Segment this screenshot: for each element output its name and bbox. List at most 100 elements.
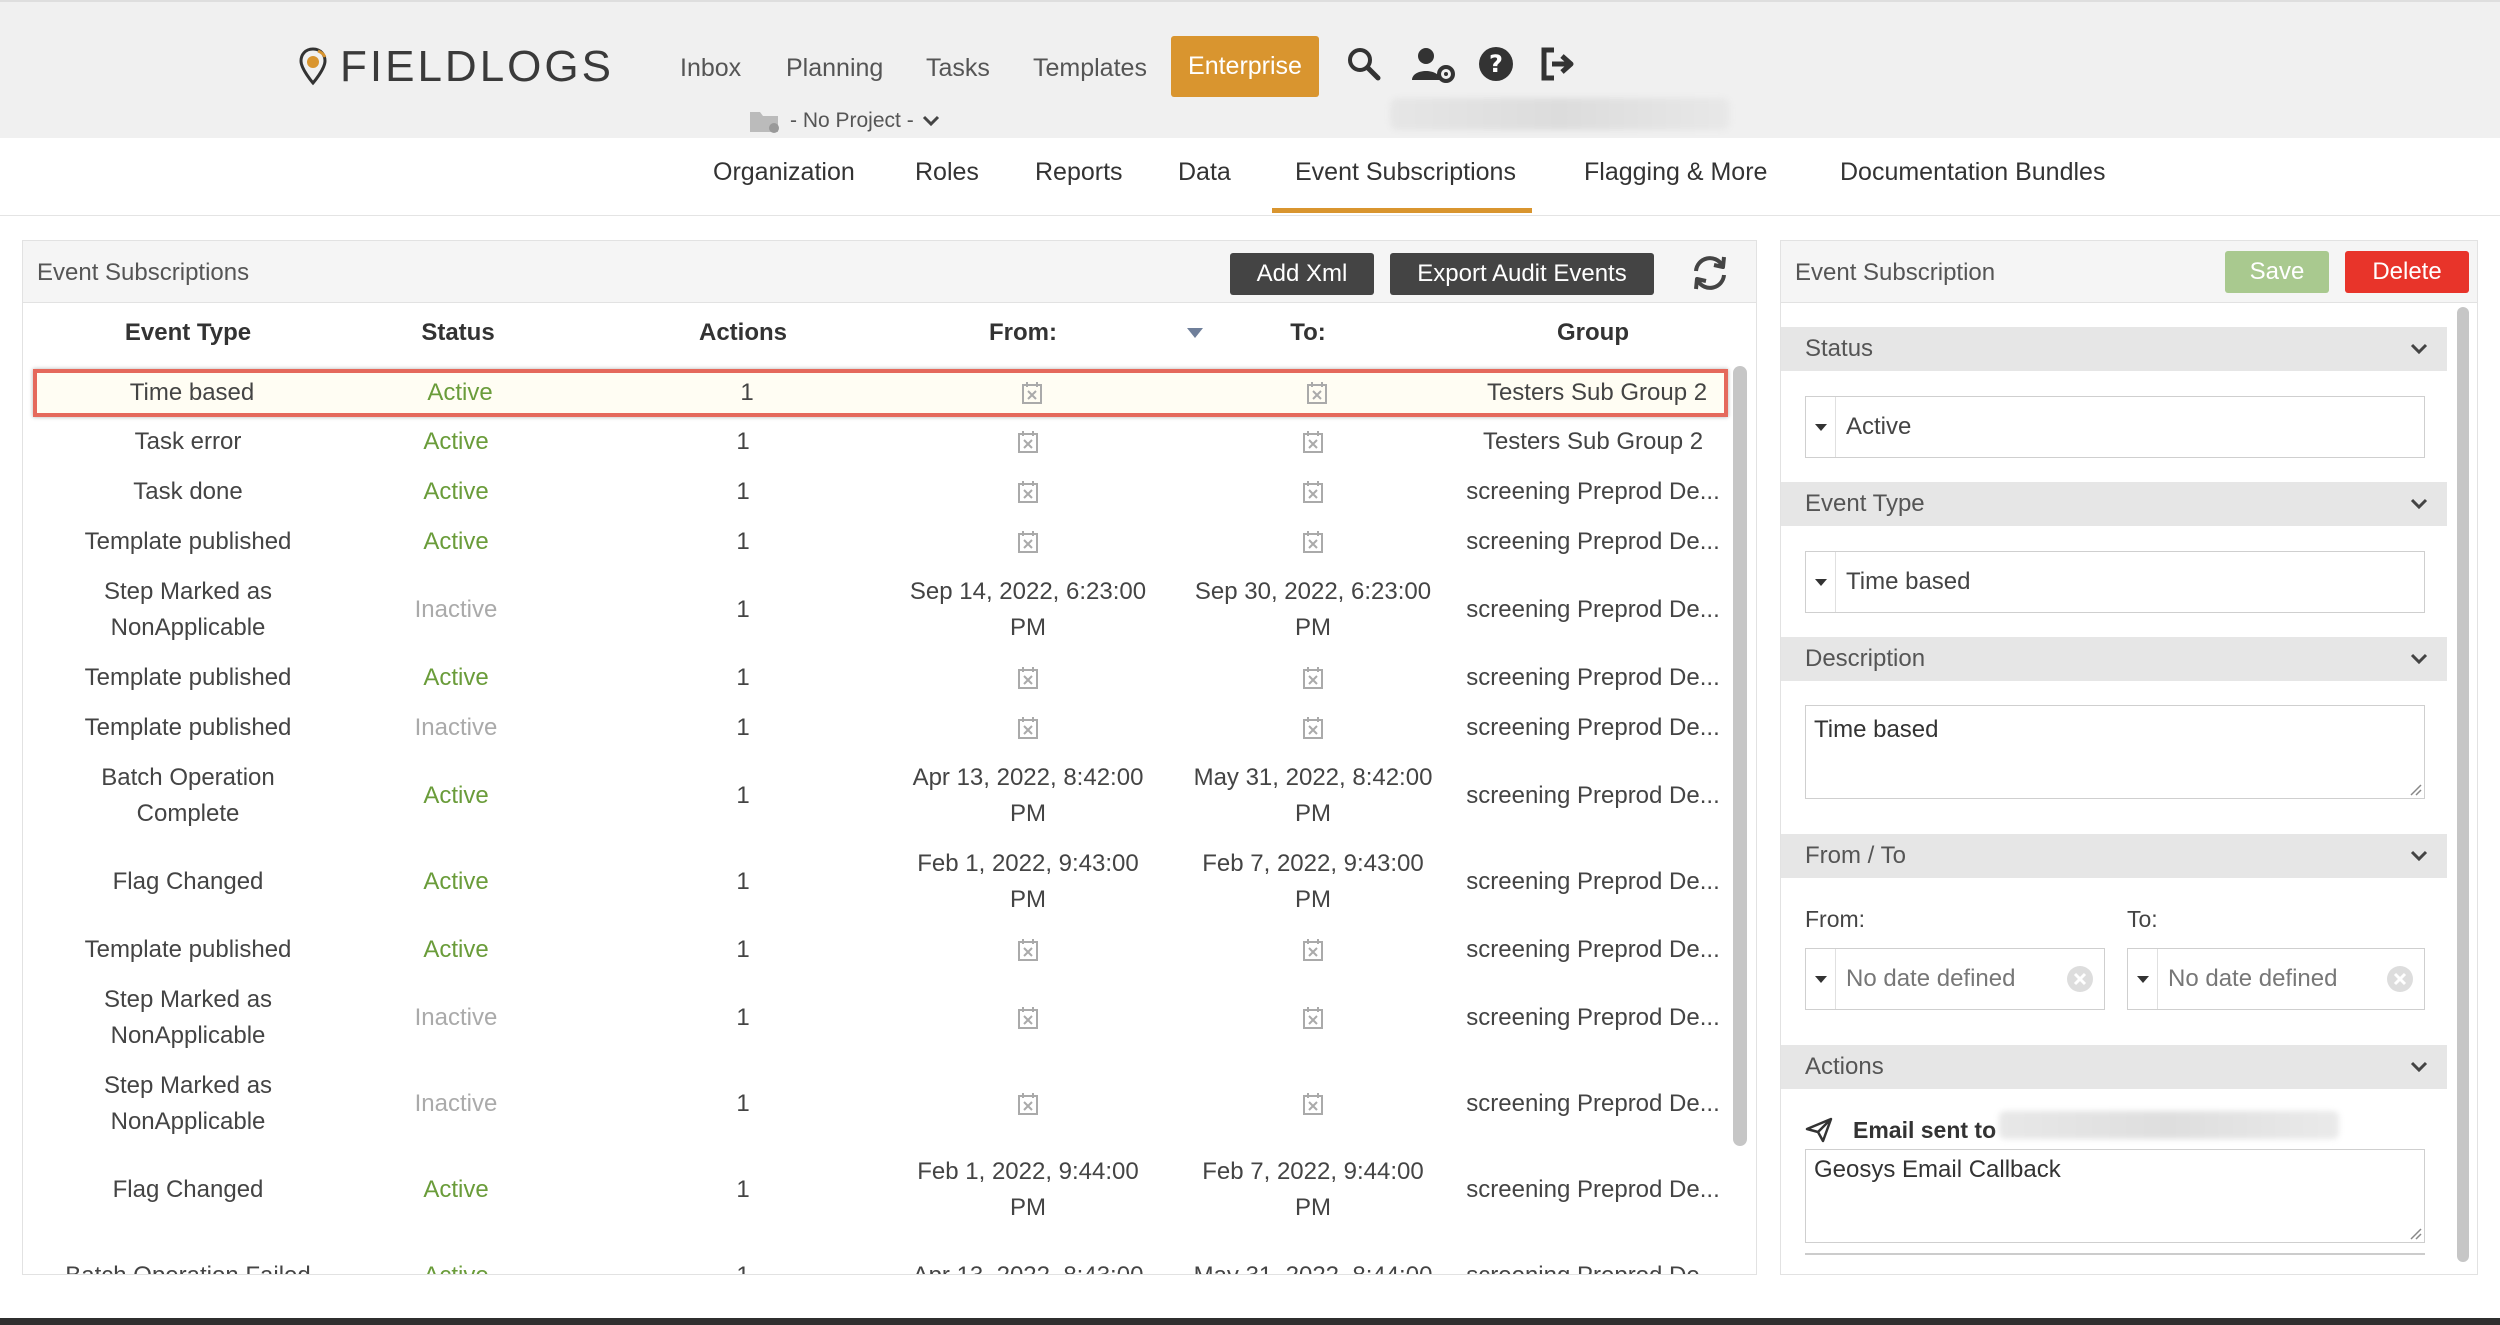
actions-section-header[interactable]: Actions <box>1781 1045 2447 1089</box>
table-row[interactable]: Task error Active 1 Testers Sub Group 2 <box>33 417 1728 467</box>
to-date-line: May 31, 2022, 8:44:00 <box>1173 1258 1453 1274</box>
table-row[interactable]: Step Marked as NonApplicable Inactive 1 Sep … <box>33 567 1728 653</box>
event-type-cell: Batch Operation Failed <box>38 1258 338 1274</box>
event-type-line: NonApplicable <box>110 1022 266 1049</box>
calendar-empty-icon <box>1303 1093 1323 1115</box>
status-section-label: Status <box>1805 335 1874 362</box>
to-date-cell: Feb 7, 2022, 9:44:00 PM <box>1173 1154 1453 1226</box>
from-date-cell: Apr 13, 2022, 8:43:00 <box>888 1258 1168 1274</box>
event-type-cell: Template published <box>38 710 338 746</box>
tab-flagging-more[interactable]: Flagging & More <box>1584 158 1767 187</box>
tab-documentation-bundles[interactable]: Documentation Bundles <box>1840 158 2105 187</box>
event-type-line: Step Marked as <box>103 578 273 605</box>
status-cell: Active <box>427 379 493 406</box>
from-date-line: PM <box>1010 614 1046 641</box>
tab-roles[interactable]: Roles <box>915 158 979 187</box>
to-date-value: No date defined <box>2168 965 2338 992</box>
event-type-select[interactable]: Time based <box>1805 551 2425 613</box>
calendar-empty-icon <box>1303 531 1323 553</box>
table-row[interactable]: Template published Active 1 screening Prepr… <box>33 517 1728 567</box>
group-cell: screening Preprod De... <box>1448 1258 1738 1274</box>
search-icon[interactable] <box>1344 44 1384 84</box>
table-row[interactable]: Time based Active 1 Testers Sub Group 2 <box>33 369 1728 417</box>
folder-settings-icon <box>750 112 779 133</box>
tab-organization[interactable]: Organization <box>713 158 855 187</box>
project-selector[interactable]: - No Project - <box>748 108 940 134</box>
to-date-line: Sep 30, 2022, 6:23:00 <box>1194 578 1432 605</box>
calendar-empty-icon <box>1018 481 1038 503</box>
from-date-line: PM <box>1010 1194 1046 1221</box>
delete-button[interactable]: Delete <box>2345 251 2469 293</box>
status-cell: Active <box>423 782 489 809</box>
table-row[interactable]: Template published Inactive 1 screening Pre… <box>33 703 1728 753</box>
save-button[interactable]: Save <box>2225 251 2329 293</box>
caret-down-icon <box>1806 552 1836 612</box>
logo[interactable]: FIELDLOGS <box>298 42 614 92</box>
nav-tasks[interactable]: Tasks <box>926 54 990 83</box>
status-value: Active <box>1846 413 1912 440</box>
nav-templates[interactable]: Templates <box>1033 54 1147 83</box>
logout-icon[interactable] <box>1538 44 1578 84</box>
detail-panel-title: Event Subscription <box>1795 259 1996 286</box>
list-scrollbar[interactable] <box>1733 366 1747 1146</box>
group-cell: screening Preprod De... <box>1466 936 1720 963</box>
calendar-empty-icon <box>1022 382 1042 404</box>
table-row[interactable]: Template published Active 1 screening Prepr… <box>33 653 1728 703</box>
from-date-line: Apr 13, 2022, 8:42:00 <box>912 764 1144 791</box>
clear-icon[interactable] <box>2066 965 2094 993</box>
status-select[interactable]: Active <box>1805 396 2425 458</box>
actions-cell: 1 <box>736 714 750 741</box>
group-cell: screening Preprod De... <box>1466 1090 1720 1117</box>
from-date-value: No date defined <box>1846 965 2016 992</box>
tab-reports[interactable]: Reports <box>1035 158 1123 187</box>
detail-scrollbar[interactable] <box>2457 307 2469 1262</box>
status-cell: Active <box>356 1258 556 1274</box>
event-type-section-header[interactable]: Event Type <box>1781 482 2447 526</box>
divider <box>1805 1253 2425 1255</box>
from-to-section-header[interactable]: From / To <box>1781 834 2447 878</box>
to-label: To: <box>2127 906 2158 932</box>
nav-planning[interactable]: Planning <box>786 54 883 83</box>
window-bottom-edge <box>0 1318 2500 1325</box>
event-type-cell: Flag Changed <box>38 864 338 900</box>
event-subscriptions-table: Time based Active 1 Testers Sub Group 2 Task… <box>23 241 1758 1274</box>
table-row[interactable]: Batch Operation Complete Active 1 Apr 13, 20… <box>33 753 1728 839</box>
calendar-empty-icon <box>1303 431 1323 453</box>
actions-cell: 1 <box>736 428 750 455</box>
resize-handle-icon[interactable] <box>2408 1226 2422 1240</box>
status-cell: Active <box>423 664 489 691</box>
help-icon[interactable]: ? <box>1476 44 1516 84</box>
tab-data[interactable]: Data <box>1178 158 1231 187</box>
nav-inbox[interactable]: Inbox <box>680 54 741 83</box>
table-row[interactable]: Batch Operation Failed Active 1 Apr 13, 202… <box>33 1233 1728 1274</box>
from-date-picker[interactable]: No date defined <box>1805 948 2105 1010</box>
to-date-cell: Sep 30, 2022, 6:23:00 PM <box>1173 574 1453 646</box>
table-row[interactable]: Step Marked as NonApplicable Inactive 1 scre… <box>33 1061 1728 1147</box>
to-date-picker[interactable]: No date defined <box>2127 948 2425 1010</box>
group-cell: screening Preprod De... <box>1466 478 1720 505</box>
tab-event-subscriptions[interactable]: Event Subscriptions <box>1295 158 1516 187</box>
to-date-line: PM <box>1295 886 1331 913</box>
event-type-line: Task done <box>133 478 243 505</box>
table-row[interactable]: Flag Changed Active 1 Feb 1, 2022, 9:44:00 P… <box>33 1147 1728 1233</box>
description-section-header[interactable]: Description <box>1781 637 2447 681</box>
table-row[interactable]: Step Marked as NonApplicable Inactive 1 scre… <box>33 975 1728 1061</box>
calendar-empty-icon <box>1303 939 1323 961</box>
table-row[interactable]: Template published Active 1 screening Prepr… <box>33 925 1728 975</box>
user-settings-icon[interactable] <box>1410 44 1456 84</box>
from-date-cell: Apr 13, 2022, 8:42:00 PM <box>888 760 1168 832</box>
actions-cell: 1 <box>736 1090 750 1117</box>
status-section-header[interactable]: Status <box>1781 327 2447 371</box>
nav-enterprise[interactable]: Enterprise <box>1171 36 1319 97</box>
table-row[interactable]: Flag Changed Active 1 Feb 1, 2022, 9:43:00 P… <box>33 839 1728 925</box>
status-cell: Active <box>423 1176 489 1203</box>
description-textarea[interactable]: Time based <box>1805 705 2425 799</box>
event-type-line: NonApplicable <box>110 1108 266 1135</box>
user-name-redacted <box>1390 98 1730 130</box>
clear-icon[interactable] <box>2386 965 2414 993</box>
email-body-textarea[interactable]: Geosys Email Callback <box>1805 1149 2425 1243</box>
status-cell: Inactive <box>414 596 498 623</box>
event-type-line: Flag Changed <box>112 868 264 895</box>
table-row[interactable]: Task done Active 1 screening Preprod De... <box>33 467 1728 517</box>
resize-handle-icon[interactable] <box>2408 782 2422 796</box>
